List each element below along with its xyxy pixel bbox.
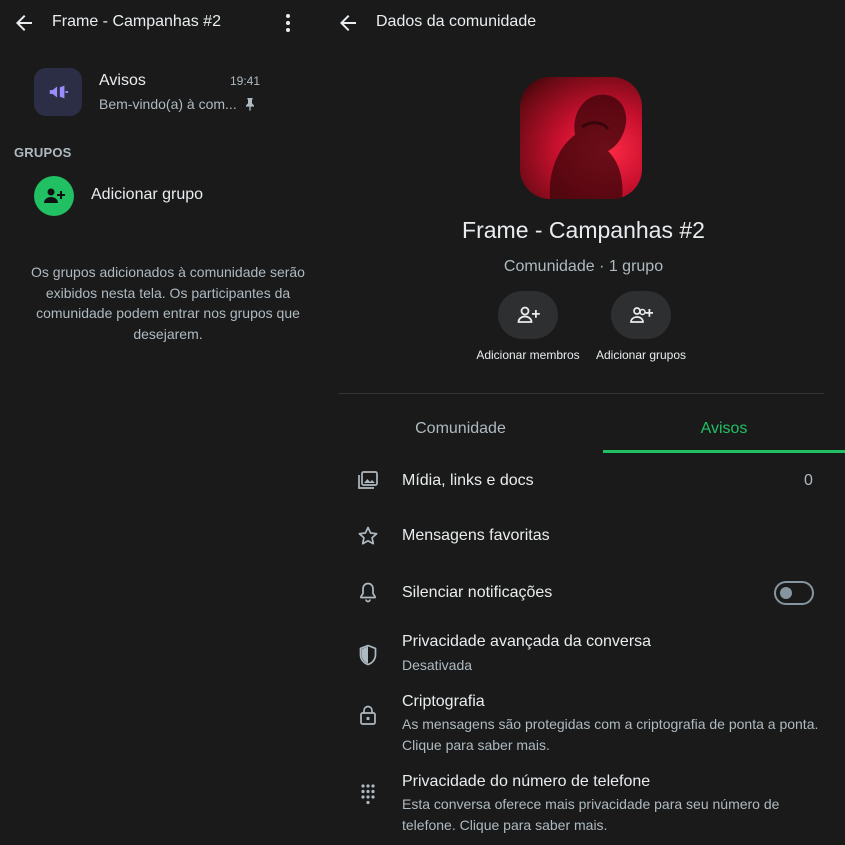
announcements-time: 19:41 (230, 74, 261, 88)
dialpad-icon (356, 782, 380, 806)
media-icon (356, 468, 380, 492)
add-members-label: Adicionar membros (476, 348, 580, 362)
back-arrow-icon[interactable] (12, 11, 36, 35)
tab-avisos[interactable]: Avisos (603, 405, 845, 453)
mute-toggle[interactable] (774, 581, 814, 605)
star-icon (356, 524, 380, 548)
add-group-icon[interactable] (611, 291, 671, 339)
encryption-title: Criptografia (402, 693, 485, 710)
tab-comunidade[interactable]: Comunidade (338, 405, 583, 453)
encryption-item[interactable]: Criptografia As mensagens são protegidas… (322, 690, 845, 756)
announcements-name: Avisos (99, 72, 146, 89)
groups-empty-info: Os grupos adicionados à comunidade serão… (31, 264, 305, 342)
add-group-button[interactable]: Adicionar grupo (0, 172, 322, 218)
media-links-docs-item[interactable]: Mídia, links e docs 0 (322, 460, 845, 504)
community-info-pane: Dados da comunidade Frame - Campanhas #2… (322, 0, 845, 845)
mute-notifications-item[interactable]: Silenciar notificações (322, 572, 845, 616)
left-header: Frame - Campanhas #2 (0, 0, 322, 46)
community-title: Frame - Campanhas #2 (52, 13, 221, 30)
megaphone-icon (34, 68, 82, 116)
add-groups-action[interactable]: Adicionar grupos (581, 291, 701, 363)
toggle-knob (780, 587, 792, 599)
announcements-preview: Bem-vindo(a) à com... (99, 96, 237, 112)
lock-icon (356, 703, 380, 727)
starred-messages-item[interactable]: Mensagens favoritas (322, 515, 845, 559)
right-header: Dados da comunidade (322, 0, 845, 46)
phone-privacy-description: Esta conversa oferece mais privacidade p… (402, 796, 780, 833)
shield-icon (356, 643, 380, 667)
advanced-privacy-title: Privacidade avançada da conversa (402, 633, 652, 650)
add-group-label: Adicionar grupo (91, 186, 204, 203)
community-avatar[interactable] (520, 77, 642, 199)
phone-privacy-item[interactable]: Privacidade do número de telefone Esta c… (322, 770, 845, 836)
community-name: Frame - Campanhas #2 (462, 217, 705, 243)
encryption-description: As mensagens são protegidas com a cripto… (402, 716, 819, 753)
add-members-action[interactable]: Adicionar membros (468, 291, 588, 363)
page-title: Dados da comunidade (376, 13, 537, 30)
bell-icon (356, 580, 380, 604)
groups-section-title: GRUPOS (14, 145, 72, 160)
starred-messages-title: Mensagens favoritas (402, 527, 550, 544)
divider (338, 393, 824, 394)
phone-privacy-title: Privacidade do número de telefone (402, 773, 651, 790)
back-arrow-icon[interactable] (336, 11, 360, 35)
media-links-docs-title: Mídia, links e docs (402, 472, 534, 489)
advanced-privacy-status: Desativada (402, 657, 473, 673)
mute-notifications-title: Silenciar notificações (402, 584, 553, 601)
media-count: 0 (804, 472, 813, 489)
advanced-privacy-item[interactable]: Privacidade avançada da conversa Desativ… (322, 630, 845, 680)
announcements-chat-item[interactable]: Avisos 19:41 Bem-vindo(a) à com... (0, 60, 322, 124)
pin-icon (242, 96, 258, 112)
add-group-icon (34, 176, 74, 216)
more-options-icon[interactable] (276, 11, 300, 35)
community-subtitle: Comunidade · 1 grupo (503, 258, 664, 275)
add-groups-label: Adicionar grupos (595, 348, 687, 362)
community-home-pane: Frame - Campanhas #2 Avisos 19:41 Bem-vi… (0, 0, 322, 845)
add-person-icon[interactable] (498, 291, 558, 339)
